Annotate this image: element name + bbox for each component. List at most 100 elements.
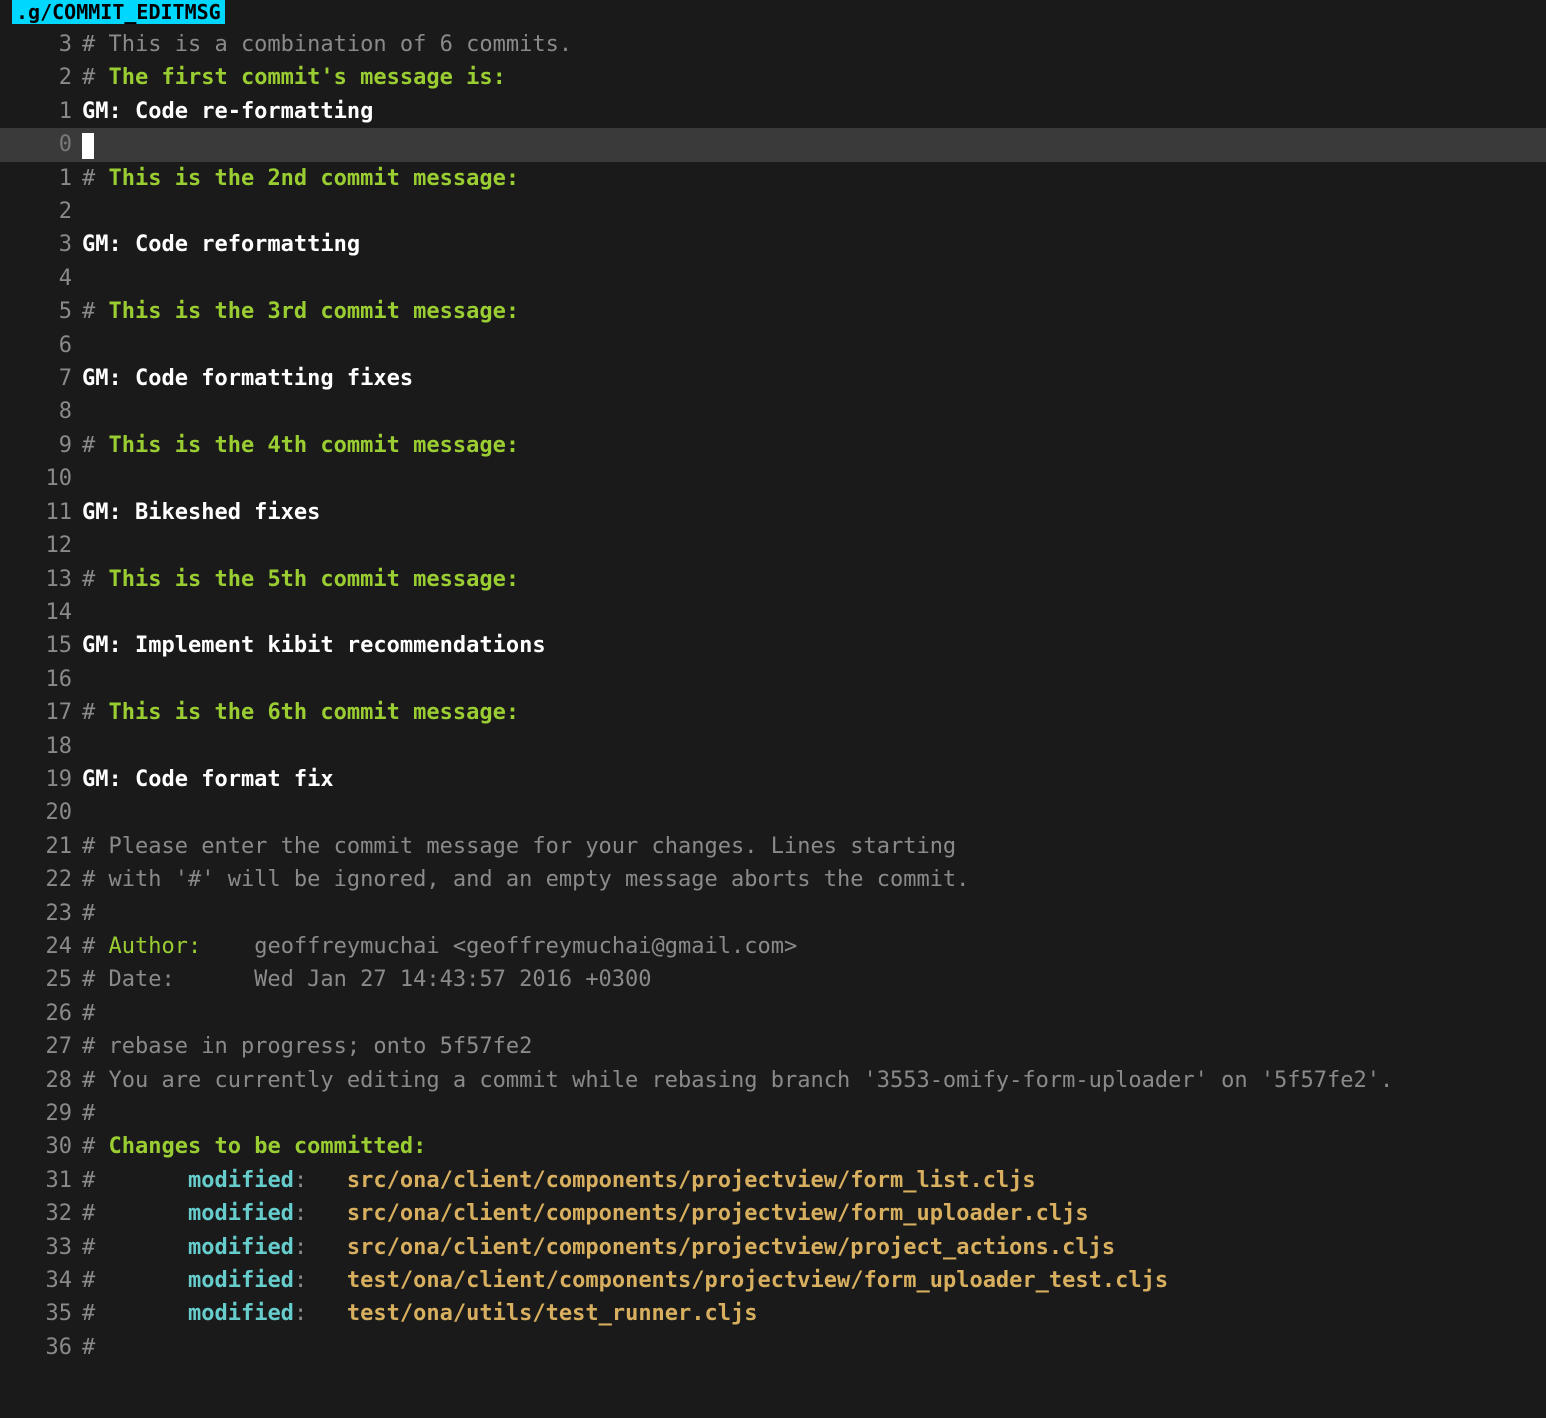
line-number: 3 (0, 28, 82, 61)
editor-line[interactable]: 15GM: Implement kibit recommendations (0, 629, 1546, 662)
editor-line[interactable]: 1# This is the 2nd commit message: (0, 162, 1546, 195)
text-span: src/ona/client/components/projectview/pr… (347, 1235, 1115, 1260)
line-number: 0 (0, 128, 82, 161)
line-content: # You are currently editing a commit whi… (82, 1064, 1546, 1097)
text-span: modified (188, 1235, 294, 1260)
text-span: # (82, 1301, 188, 1326)
line-number: 11 (0, 496, 82, 529)
line-number: 2 (0, 195, 82, 228)
editor-line[interactable]: 25# Date: Wed Jan 27 14:43:57 2016 +0300 (0, 963, 1546, 996)
line-number: 4 (0, 262, 82, 295)
line-number: 35 (0, 1297, 82, 1330)
editor-line[interactable]: 1GM: Code re-formatting (0, 95, 1546, 128)
line-content: # with '#' will be ignored, and an empty… (82, 863, 1546, 896)
line-content: # (82, 997, 1546, 1030)
editor-line[interactable]: 29# (0, 1097, 1546, 1130)
text-span: # (82, 1134, 109, 1159)
editor-line[interactable]: 2 (0, 195, 1546, 228)
editor-line[interactable]: 5# This is the 3rd commit message: (0, 295, 1546, 328)
line-content: # Author: geoffreymuchai <geoffreymuchai… (82, 930, 1546, 963)
text-span: # (82, 299, 109, 324)
editor-line[interactable]: 16 (0, 663, 1546, 696)
line-number: 15 (0, 629, 82, 662)
text-span: # (82, 1001, 95, 1026)
line-content: GM: Code format fix (82, 763, 1546, 796)
line-number: 23 (0, 897, 82, 930)
editor-line[interactable]: 8 (0, 395, 1546, 428)
editor-line[interactable]: 31# modified: src/ona/client/components/… (0, 1164, 1546, 1197)
text-span: # This is a combination of 6 commits. (82, 32, 572, 57)
editor-line[interactable]: 0 (0, 128, 1546, 161)
editor-line[interactable]: 20 (0, 796, 1546, 829)
buffer-tab[interactable]: .g/COMMIT_EDITMSG (12, 0, 225, 24)
text-span: # (82, 567, 109, 592)
editor-line[interactable]: 23# (0, 897, 1546, 930)
line-content: # This is the 6th commit message: (82, 696, 1546, 729)
editor-line[interactable]: 27# rebase in progress; onto 5f57fe2 (0, 1030, 1546, 1063)
editor-line[interactable]: 7GM: Code formatting fixes (0, 362, 1546, 395)
line-number: 33 (0, 1231, 82, 1264)
text-span: modified (188, 1201, 294, 1226)
editor-line[interactable]: 2# The first commit's message is: (0, 61, 1546, 94)
line-content: # This is the 4th commit message: (82, 429, 1546, 462)
line-content: # modified: src/ona/client/components/pr… (82, 1197, 1546, 1230)
line-number: 19 (0, 763, 82, 796)
editor-line[interactable]: 28# You are currently editing a commit w… (0, 1064, 1546, 1097)
editor-line[interactable]: 17# This is the 6th commit message: (0, 696, 1546, 729)
editor-line[interactable]: 19GM: Code format fix (0, 763, 1546, 796)
line-content: GM: Implement kibit recommendations (82, 629, 1546, 662)
text-span: # (82, 1268, 188, 1293)
line-number: 16 (0, 663, 82, 696)
editor-line[interactable]: 10 (0, 462, 1546, 495)
line-number: 13 (0, 563, 82, 596)
line-number: 1 (0, 162, 82, 195)
editor-line[interactable]: 3# This is a combination of 6 commits. (0, 28, 1546, 61)
editor-line[interactable]: 11GM: Bikeshed fixes (0, 496, 1546, 529)
line-number: 12 (0, 529, 82, 562)
line-number: 5 (0, 295, 82, 328)
text-span: # (82, 1201, 188, 1226)
editor-line[interactable]: 34# modified: test/ona/client/components… (0, 1264, 1546, 1297)
editor-area[interactable]: 3# This is a combination of 6 commits.2#… (0, 24, 1546, 1364)
line-content: # Date: Wed Jan 27 14:43:57 2016 +0300 (82, 963, 1546, 996)
line-number: 26 (0, 997, 82, 1030)
line-number: 17 (0, 696, 82, 729)
text-span: # (82, 166, 109, 191)
line-number: 14 (0, 596, 82, 629)
line-content: # This is the 2nd commit message: (82, 162, 1546, 195)
editor-line[interactable]: 36# (0, 1331, 1546, 1364)
text-span: # (82, 700, 109, 725)
editor-line[interactable]: 6 (0, 329, 1546, 362)
line-number: 20 (0, 796, 82, 829)
editor-line[interactable]: 33# modified: src/ona/client/components/… (0, 1231, 1546, 1264)
editor-line[interactable]: 35# modified: test/ona/utils/test_runner… (0, 1297, 1546, 1330)
line-content: GM: Code re-formatting (82, 95, 1546, 128)
text-span: GM: Code formatting fixes (82, 366, 413, 391)
editor-line[interactable]: 3GM: Code reformatting (0, 228, 1546, 261)
editor-line[interactable]: 22# with '#' will be ignored, and an emp… (0, 863, 1546, 896)
editor-line[interactable]: 24# Author: geoffreymuchai <geoffreymuch… (0, 930, 1546, 963)
editor-line[interactable]: 30# Changes to be committed: (0, 1130, 1546, 1163)
editor-line[interactable]: 12 (0, 529, 1546, 562)
editor-line[interactable]: 14 (0, 596, 1546, 629)
line-number: 29 (0, 1097, 82, 1130)
editor-line[interactable]: 32# modified: src/ona/client/components/… (0, 1197, 1546, 1230)
editor-line[interactable]: 18 (0, 730, 1546, 763)
editor-line[interactable]: 9# This is the 4th commit message: (0, 429, 1546, 462)
text-span: : (294, 1268, 347, 1293)
line-number: 2 (0, 61, 82, 94)
line-content: # (82, 1097, 1546, 1130)
text-span: GM: Implement kibit recommendations (82, 633, 546, 658)
line-number: 22 (0, 863, 82, 896)
editor-line[interactable]: 21# Please enter the commit message for … (0, 830, 1546, 863)
editor-line[interactable]: 13# This is the 5th commit message: (0, 563, 1546, 596)
line-number: 32 (0, 1197, 82, 1230)
text-span: # (82, 433, 109, 458)
line-content: # (82, 897, 1546, 930)
editor-window: .g/COMMIT_EDITMSG 3# This is a combinati… (0, 0, 1546, 1418)
editor-line[interactable]: 4 (0, 262, 1546, 295)
line-number: 27 (0, 1030, 82, 1063)
editor-line[interactable]: 26# (0, 997, 1546, 1030)
text-span: # (82, 1235, 188, 1260)
line-number: 1 (0, 95, 82, 128)
